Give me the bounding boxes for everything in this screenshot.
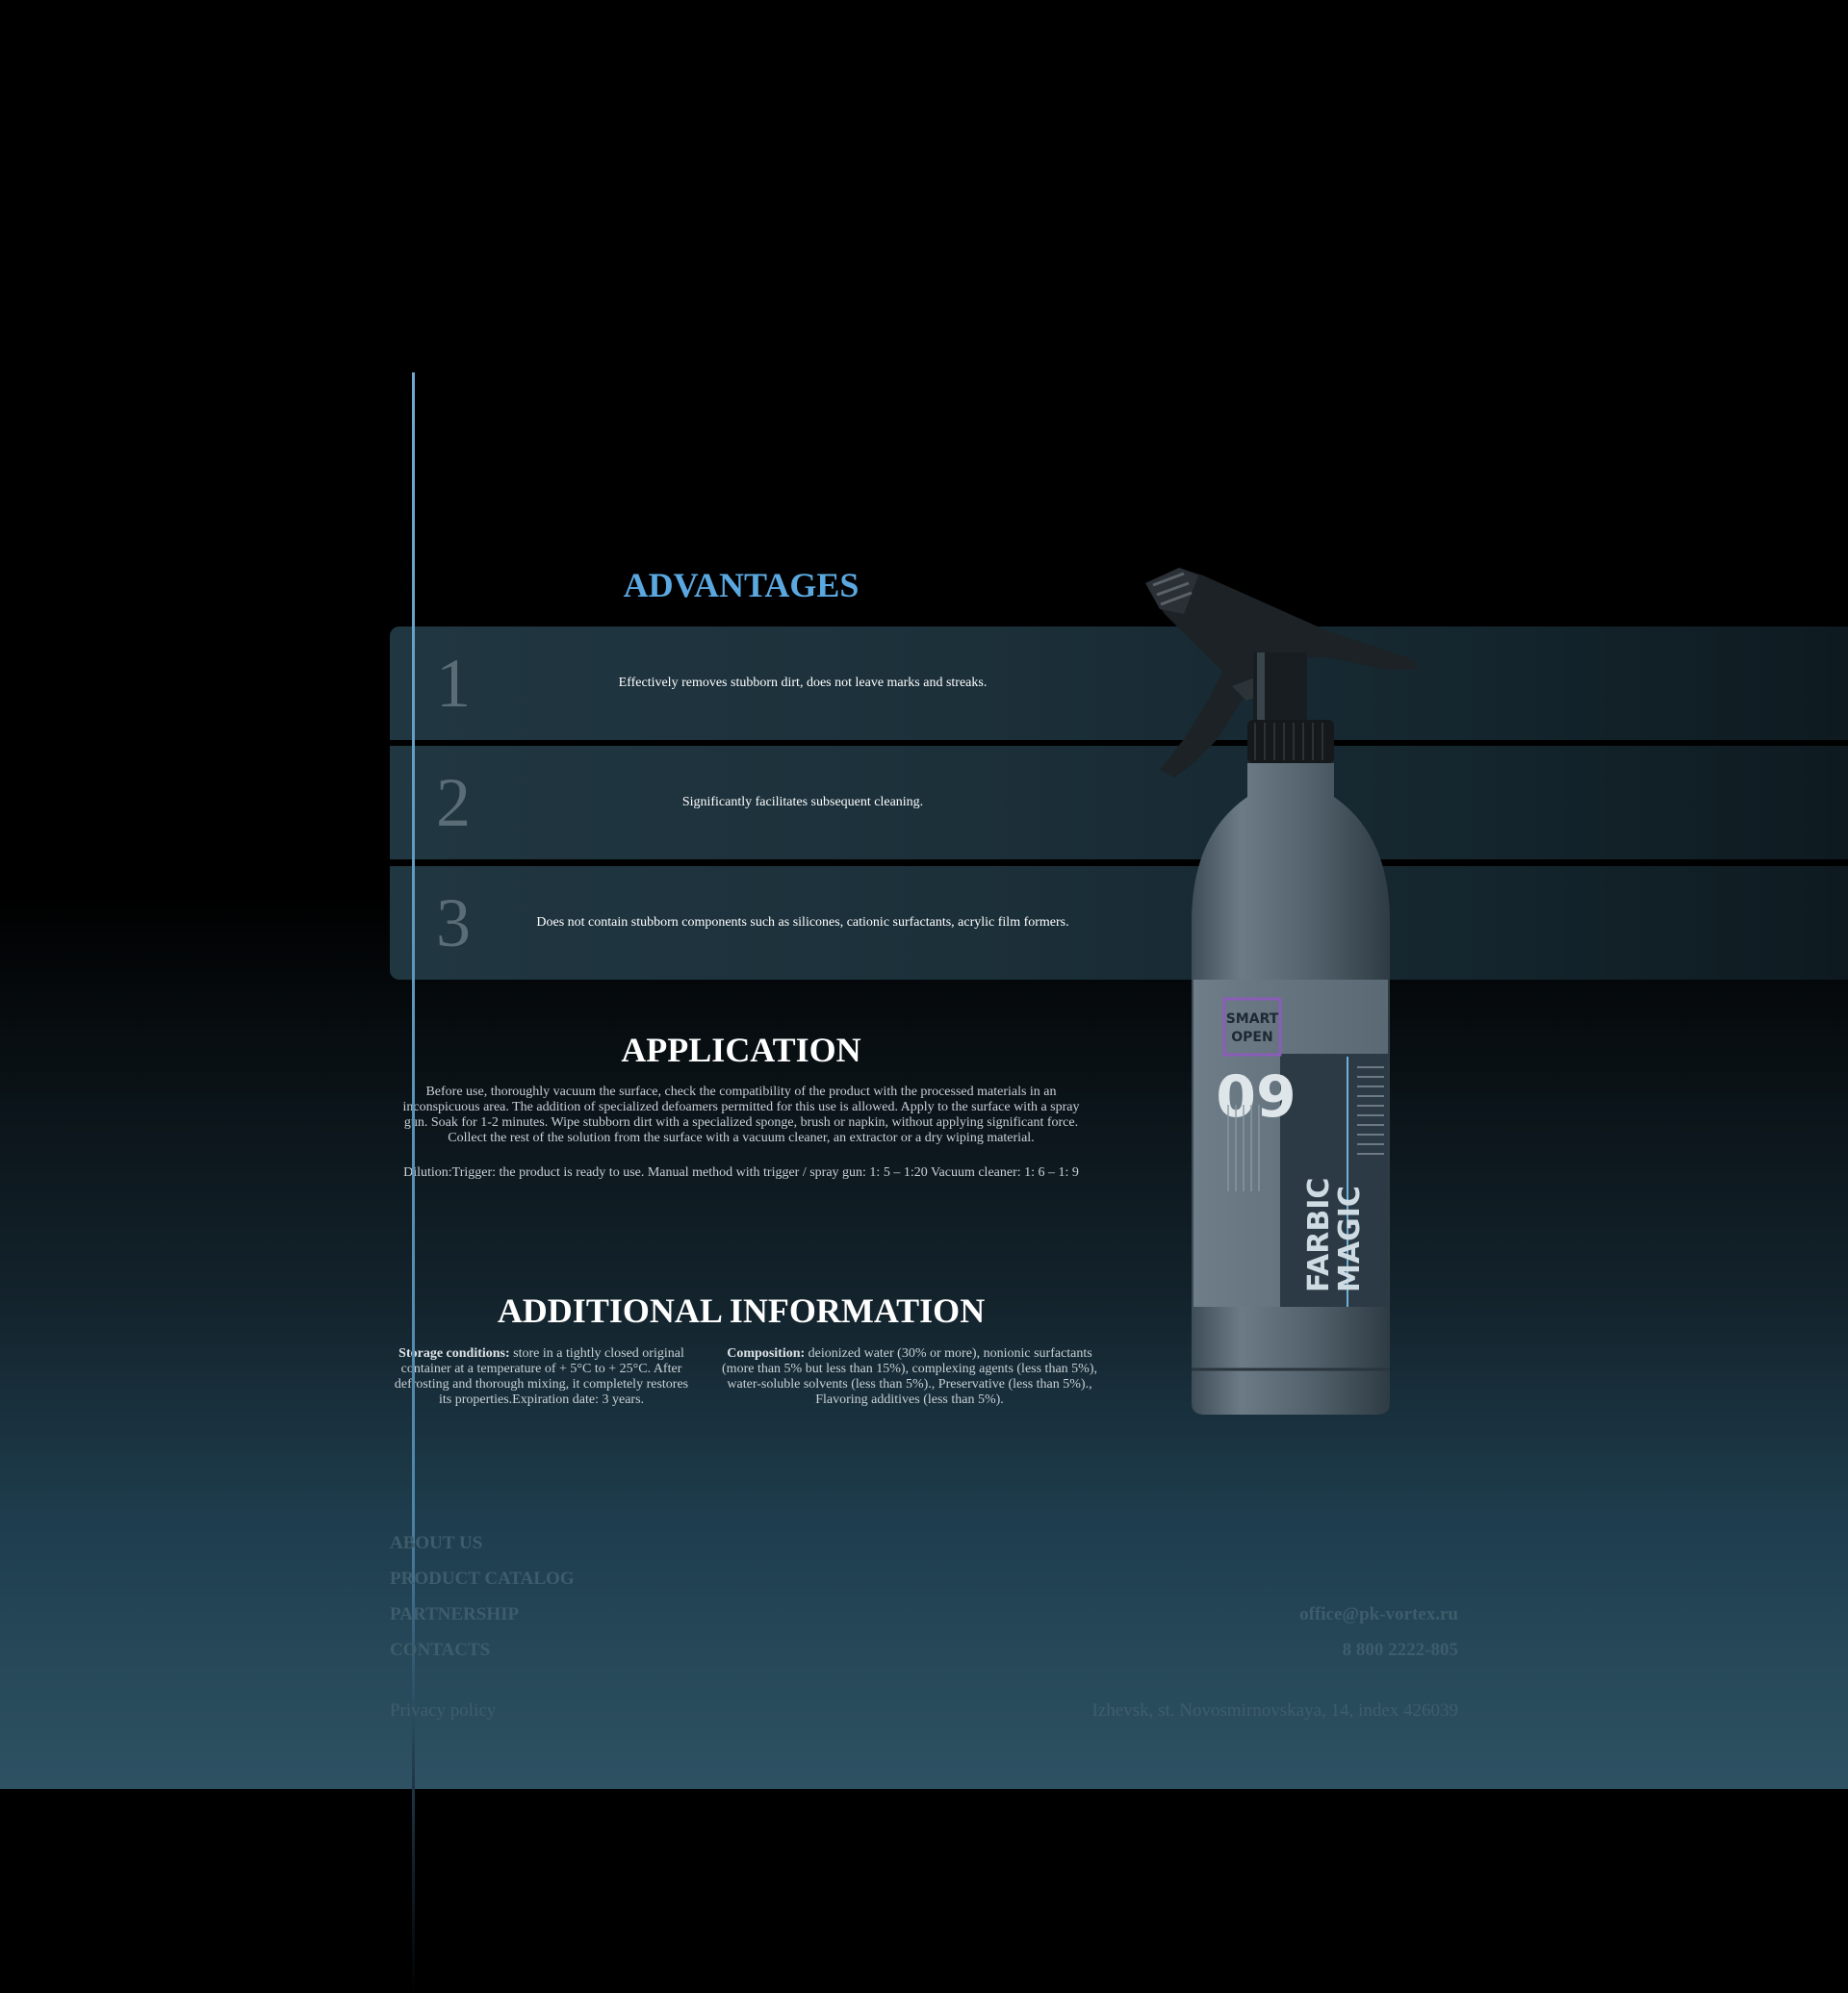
product-name-line1: FARBIC — [1302, 1178, 1336, 1292]
storage-label: Storage conditions: — [398, 1346, 510, 1361]
dilution-text: Dilution:Trigger: the product is ready t… — [403, 1165, 1079, 1180]
advantage-number: 1 — [436, 645, 471, 722]
product-name-line2: MAGIC — [1333, 1186, 1367, 1292]
advantage-text: Effectively removes stubborn dirt, does … — [618, 676, 988, 690]
contact-email-link[interactable]: office@pk-vortex.ru — [1299, 1603, 1458, 1626]
brand-line1: SMART — [1226, 1011, 1279, 1027]
vertical-accent-line — [412, 372, 415, 1993]
advantage-number: 2 — [436, 764, 471, 841]
application-title: APPLICATION — [621, 1031, 861, 1069]
storage-conditions: Storage conditions: store in a tightly c… — [390, 1346, 693, 1408]
footer-nav-partnership[interactable]: PARTNERSHIP — [390, 1603, 519, 1626]
footer-nav-about-us[interactable]: ABOUT US — [390, 1532, 482, 1555]
composition-label: Composition: — [727, 1346, 806, 1361]
privacy-policy-link[interactable]: Privacy policy — [390, 1699, 496, 1723]
product-bottle-image: SMART OPEN 09 FARBIC MAGIC — [1145, 568, 1417, 1415]
advantages-title: ADVANTAGES — [623, 566, 860, 604]
advantage-text: Significantly facilitates subsequent cle… — [681, 795, 924, 809]
contact-address: Izhevsk, st. Novosmirnovskaya, 14, index… — [1091, 1700, 1458, 1721]
footer-nav-contacts[interactable]: CONTACTS — [390, 1639, 490, 1662]
advantage-number: 3 — [436, 884, 471, 961]
additional-info-title: ADDITIONAL INFORMATION — [497, 1291, 986, 1330]
contact-phone-link[interactable]: 8 800 2222-805 — [1343, 1639, 1458, 1662]
bottle-cap — [1247, 720, 1334, 763]
advantage-text: Does not contain stubborn components suc… — [536, 915, 1069, 930]
application-text: Before use, thoroughly vacuum the surfac… — [402, 1085, 1080, 1145]
footer-nav-product-catalog[interactable]: PRODUCT CATALOG — [390, 1568, 575, 1591]
brand-line2: OPEN — [1231, 1030, 1272, 1045]
